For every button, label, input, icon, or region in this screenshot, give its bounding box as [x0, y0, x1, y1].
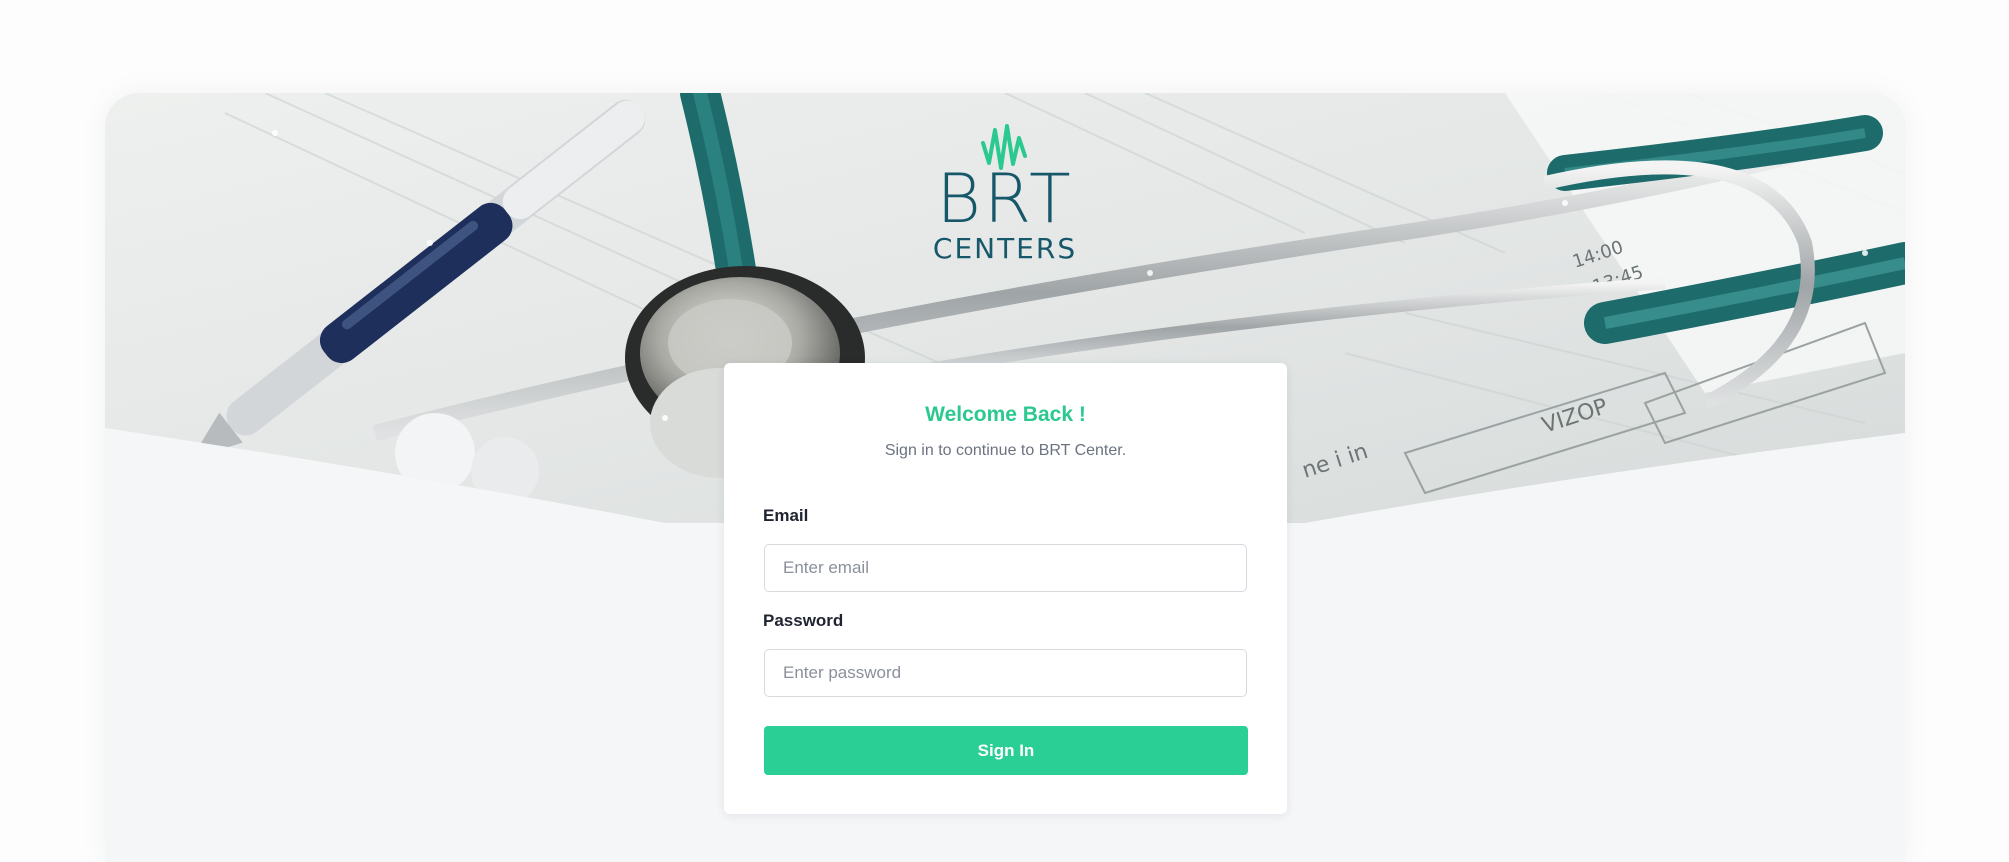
password-label: Password: [763, 611, 844, 630]
login-card: Welcome Back ! Sign in to continue to BR…: [724, 363, 1287, 814]
login-title: Welcome Back !: [925, 403, 1086, 426]
brand-logo: BRT CENTERS: [925, 118, 1085, 278]
password-field[interactable]: [764, 649, 1247, 697]
logo-wordmark: BRT: [936, 160, 1074, 239]
sign-in-button[interactable]: Sign In: [764, 726, 1248, 775]
login-subtitle: Sign in to continue to BRT Center.: [884, 442, 1127, 459]
auth-page: VIZOP ne i in 12:30 13:45 14:00 BRT CENT…: [105, 93, 1905, 862]
email-field[interactable]: [764, 544, 1247, 592]
email-label: Email: [763, 506, 809, 525]
logo-subtitle: CENTERS: [932, 232, 1078, 265]
